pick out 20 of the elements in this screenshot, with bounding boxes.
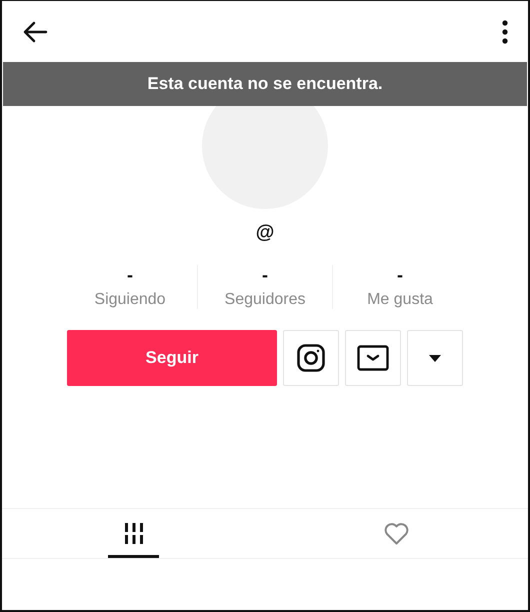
- caret-icon: [429, 354, 441, 362]
- stat-value: -: [262, 265, 268, 285]
- stat-value: -: [397, 265, 403, 285]
- back-button[interactable]: [22, 20, 48, 42]
- message-button[interactable]: [345, 330, 401, 386]
- vertical-dots-icon: [502, 20, 508, 44]
- camera-outline-icon: [297, 344, 325, 372]
- instagram-button[interactable]: [283, 330, 339, 386]
- follow-button[interactable]: Seguir: [67, 330, 277, 386]
- stat-label: Me gusta: [367, 291, 433, 309]
- vertical-bars-icon: [124, 523, 144, 544]
- username: @: [254, 222, 276, 244]
- stat-value: -: [127, 265, 133, 285]
- stat-label: Seguidores: [224, 291, 306, 309]
- more-options-button[interactable]: [502, 20, 508, 44]
- back-arrow-icon: [22, 20, 48, 42]
- envelope-icon: [357, 345, 389, 371]
- stat-label: Siguiendo: [94, 291, 166, 309]
- notice-banner: Esta cuenta no se encuentra.: [3, 62, 527, 106]
- heart-icon: [384, 522, 409, 544]
